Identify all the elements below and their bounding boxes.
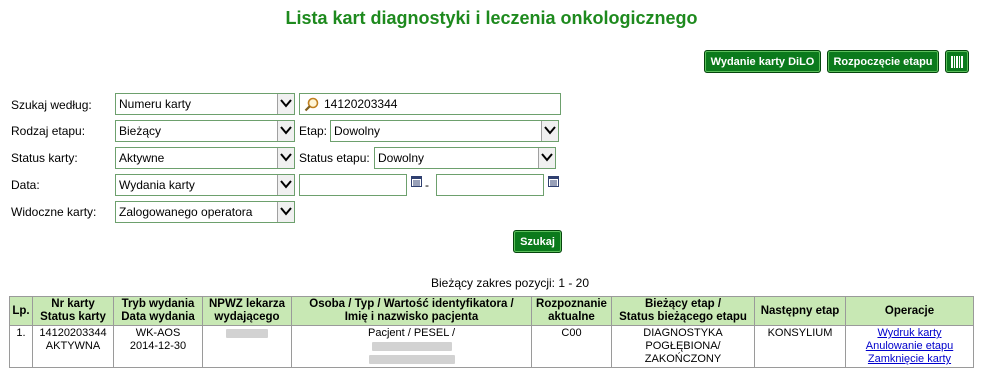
- col-diagnosis: Rozpoznanie aktualne: [531, 296, 612, 326]
- cell-person: Pacjent / PESEL /: [291, 325, 532, 368]
- search-icon: [304, 97, 319, 112]
- cell-diagnosis: C00: [531, 325, 612, 368]
- date-label: Data:: [11, 178, 40, 192]
- calendar-icon[interactable]: [411, 176, 422, 187]
- col-stage: Bieżący etap / Status bieżącego etapu: [611, 296, 755, 326]
- redacted-patient-name: [368, 354, 455, 364]
- visible-cards-value: Zalogowanego operatora: [119, 205, 253, 219]
- col-person: Osoba / Typ / Wartość identyfikatora / Im…: [291, 296, 532, 326]
- start-stage-button[interactable]: Rozpoczęcie etapu: [827, 50, 939, 73]
- date-from-input[interactable]: [299, 174, 407, 196]
- col-mode: Tryb wydania Data wydania: [113, 296, 203, 326]
- chevron-down-icon: [277, 148, 294, 168]
- col-lp: Lp.: [9, 296, 33, 326]
- cell-mode: WK-AOS 2014-12-30: [113, 325, 203, 368]
- stage-status-select[interactable]: Dowolny: [374, 147, 556, 169]
- cell-next-stage: KONSYLIUM: [754, 325, 846, 368]
- date-separator: -: [425, 178, 429, 192]
- stage-label: Etap:: [299, 124, 328, 138]
- col-operations: Operacje: [845, 296, 974, 326]
- stage-status-value: Dowolny: [378, 151, 425, 165]
- search-query: 14120203344: [324, 97, 398, 111]
- search-input[interactable]: 14120203344: [299, 93, 561, 115]
- stage-type-value: Bieżący: [119, 124, 162, 138]
- col-card: Nr karty Status karty: [32, 296, 114, 326]
- barcode-button[interactable]: [945, 50, 969, 73]
- card-status-label: Status karty:: [11, 151, 78, 165]
- stage-value: Dowolny: [334, 124, 381, 138]
- stage-status-label: Status etapu:: [299, 151, 370, 165]
- cell-stage: DIAGNOSTYKA POGŁĘBIONA/ZAKOŃCZONY: [611, 325, 755, 368]
- redacted-identifier: [371, 341, 452, 351]
- visible-cards-label: Widoczne karty:: [11, 205, 97, 219]
- card-status-value: Aktywne: [119, 151, 165, 165]
- cancel-stage-link[interactable]: Anulowanie etapu: [848, 340, 971, 353]
- chevron-down-icon: [277, 202, 294, 222]
- chevron-down-icon: [277, 121, 294, 141]
- results-table: Lp. Nr karty Status karty Tryb wydania Dat…: [9, 296, 974, 368]
- search-by-label: Szukaj według:: [11, 98, 92, 112]
- date-to-input[interactable]: [436, 174, 544, 196]
- visible-cards-select[interactable]: Zalogowanego operatora: [115, 201, 295, 223]
- chevron-down-icon: [538, 148, 555, 168]
- chevron-down-icon: [277, 175, 294, 195]
- range-info: Bieżący zakres pozycji: 1 - 20: [430, 276, 590, 290]
- search-by-value: Numeru karty: [119, 97, 192, 111]
- chevron-down-icon: [277, 94, 294, 114]
- search-button[interactable]: Szukaj: [513, 230, 562, 253]
- table-header-row: Lp. Nr karty Status karty Tryb wydania Dat…: [9, 296, 974, 326]
- cell-npwz: [202, 325, 292, 368]
- col-next-stage: Następny etap: [754, 296, 846, 326]
- cell-lp: 1.: [9, 325, 33, 368]
- redacted-npwz: [226, 328, 268, 338]
- stage-type-select[interactable]: Bieżący: [115, 120, 295, 142]
- stage-select[interactable]: Dowolny: [330, 120, 559, 142]
- calendar-icon[interactable]: [548, 176, 559, 187]
- date-type-value: Wydania karty: [119, 178, 195, 192]
- cell-operations: Wydruk karty Anulowanie etapu Zamknięcie…: [845, 325, 974, 368]
- close-card-link[interactable]: Zamknięcie karty: [848, 353, 971, 366]
- col-npwz: NPWZ lekarza wydającego: [202, 296, 292, 326]
- search-by-select[interactable]: Numeru karty: [115, 93, 295, 115]
- cell-card: 14120203344 AKTYWNA: [32, 325, 114, 368]
- table-row: 1. 14120203344 AKTYWNA WK-AOS 2014-12-30 P…: [9, 325, 974, 368]
- issue-card-button[interactable]: Wydanie karty DiLO: [704, 50, 821, 73]
- print-card-link[interactable]: Wydruk karty: [848, 327, 971, 340]
- date-type-select[interactable]: Wydania karty: [115, 174, 295, 196]
- barcode-icon: [951, 55, 963, 68]
- stage-type-label: Rodzaj etapu:: [11, 124, 86, 138]
- card-status-select[interactable]: Aktywne: [115, 147, 295, 169]
- chevron-down-icon: [541, 121, 558, 141]
- page-title: Lista kart diagnostyki i leczenia onkolo…: [285, 8, 698, 28]
